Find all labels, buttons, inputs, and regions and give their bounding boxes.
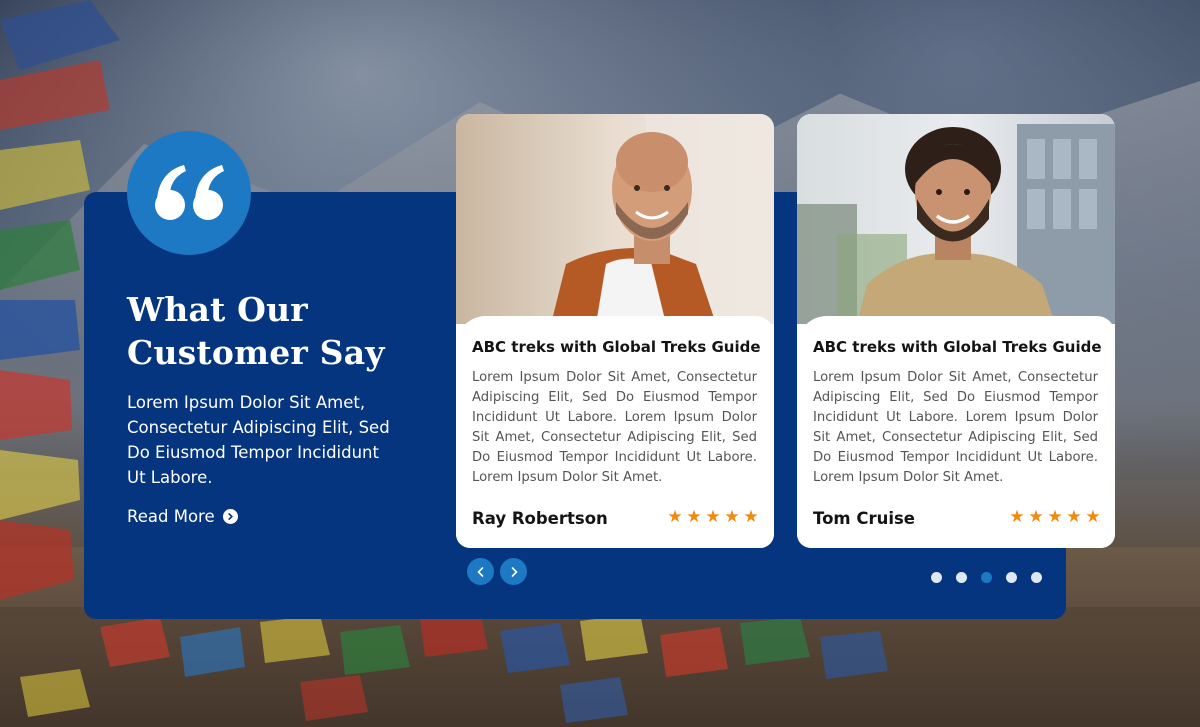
star-icon: ★ [1047, 507, 1064, 527]
star-icon: ★ [724, 507, 741, 527]
read-more-label: Read More [127, 507, 215, 526]
customer-name: Ray Robertson [472, 509, 608, 528]
star-rating: ★ ★ ★ ★ ★ [666, 507, 761, 527]
star-rating: ★ ★ ★ ★ ★ [1008, 507, 1103, 527]
star-icon: ★ [1066, 507, 1083, 527]
customer-photo [797, 114, 1115, 324]
star-icon: ★ [1009, 507, 1026, 527]
carousel-dot-4[interactable] [1006, 572, 1017, 583]
carousel-dot-1[interactable] [931, 572, 942, 583]
card-title: ABC treks with Global Treks Guide [813, 338, 1102, 356]
customer-photo [456, 114, 774, 324]
chevron-right-icon [511, 566, 518, 577]
quote-icon [155, 165, 224, 220]
chevron-left-icon [476, 566, 483, 577]
card-text: Lorem Ipsum Dolor Sit Amet, Consectetur … [813, 370, 1098, 485]
quote-badge [127, 131, 251, 255]
section-description: Lorem Ipsum Dolor Sit Amet, Consectetur … [127, 393, 390, 487]
read-more-link[interactable]: Read More [127, 507, 238, 526]
star-icon: ★ [743, 507, 760, 527]
next-button[interactable] [500, 558, 527, 585]
star-icon: ★ [1028, 507, 1045, 527]
prev-button[interactable] [467, 558, 494, 585]
chevron-right-circle-icon [222, 509, 238, 524]
card-title: ABC treks with Global Treks Guide [472, 338, 761, 356]
carousel-dot-2[interactable] [956, 572, 967, 583]
section-heading: What Our Customer Say [127, 288, 427, 374]
heading-line-1: What Our [127, 290, 308, 329]
carousel-dot-5[interactable] [1031, 572, 1042, 583]
carousel-dot-3[interactable] [981, 572, 992, 583]
card-text: Lorem Ipsum Dolor Sit Amet, Consectetur … [472, 370, 757, 485]
star-icon: ★ [667, 507, 684, 527]
star-icon: ★ [705, 507, 722, 527]
star-icon: ★ [1085, 507, 1102, 527]
star-icon: ★ [686, 507, 703, 527]
customer-name: Tom Cruise [813, 509, 915, 528]
heading-line-2: Customer Say [127, 333, 385, 372]
